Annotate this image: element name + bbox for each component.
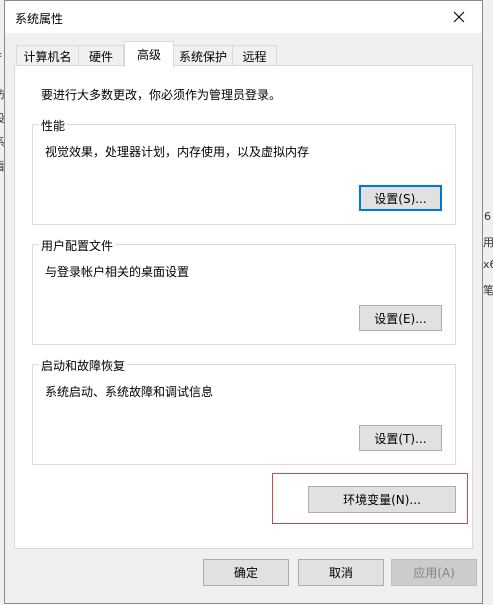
tab-advanced[interactable]: 高级 (124, 41, 174, 67)
group-title: 性能 (39, 117, 68, 134)
group-description: 系统启动、系统故障和调试信息 (45, 385, 214, 399)
group-title: 用户配置文件 (39, 237, 116, 254)
background-char: 笔 (483, 284, 493, 297)
performance-group: 性能 视觉效果，处理器计划，内存使用，以及虚拟内存 设置(S)... (32, 117, 456, 225)
background-char: 6 (484, 210, 491, 223)
window-title: 系统属性 (15, 12, 64, 26)
tab-remote[interactable]: 远程 (233, 45, 277, 66)
tab-label: 计算机名 (23, 49, 72, 64)
user-profiles-group: 用户配置文件 与登录帐户相关的桌面设置 设置(E)... (32, 237, 456, 345)
tab-label: 高级 (136, 48, 161, 62)
tab-computer-name[interactable]: 计算机名 (16, 45, 79, 66)
advanced-tab-panel: 要进行大多数更改，你必须作为管理员登录。 性能 视觉效果，处理器计划，内存使用，… (14, 65, 473, 549)
close-button[interactable] (436, 1, 482, 33)
admin-notice: 要进行大多数更改，你必须作为管理员登录。 (41, 88, 282, 102)
environment-variables-button[interactable]: 环境变量(N)... (308, 486, 456, 513)
ok-button[interactable]: 确定 (203, 559, 289, 586)
background-char: x6 (483, 258, 493, 271)
group-description: 与登录帐户相关的桌面设置 (45, 265, 190, 279)
cancel-button[interactable]: 取消 (298, 559, 384, 586)
background-window-right: 6 用 x6 笔 (483, 0, 493, 605)
startup-recovery-settings-button[interactable]: 设置(T)... (359, 425, 442, 451)
group-title: 启动和故障恢复 (39, 357, 128, 374)
group-description: 视觉效果，处理器计划，内存使用，以及虚拟内存 (45, 145, 310, 159)
highlight-annotation: 环境变量(N)... (272, 473, 468, 524)
close-icon (453, 11, 465, 23)
system-properties-dialog: 系统属性 计算机名 硬件 高级 系统保护 远程 要进行大多数更改，你必须作为管理… (4, 0, 483, 604)
performance-settings-button[interactable]: 设置(S)... (359, 185, 442, 211)
tab-label: 远程 (242, 49, 267, 64)
user-profiles-settings-button[interactable]: 设置(E)... (359, 305, 442, 331)
tab-strip: 计算机名 硬件 高级 系统保护 远程 (5, 41, 482, 67)
title-bar: 系统属性 (5, 1, 482, 33)
tab-label: 系统保护 (178, 49, 227, 64)
tab-system-protection[interactable]: 系统保护 (174, 45, 233, 66)
tab-hardware[interactable]: 硬件 (79, 45, 124, 66)
tab-label: 硬件 (88, 49, 113, 64)
background-char: 用 (483, 236, 493, 249)
apply-button[interactable]: 应用(A) (391, 559, 477, 586)
startup-recovery-group: 启动和故障恢复 系统启动、系统故障和调试信息 设置(T)... (32, 357, 456, 465)
